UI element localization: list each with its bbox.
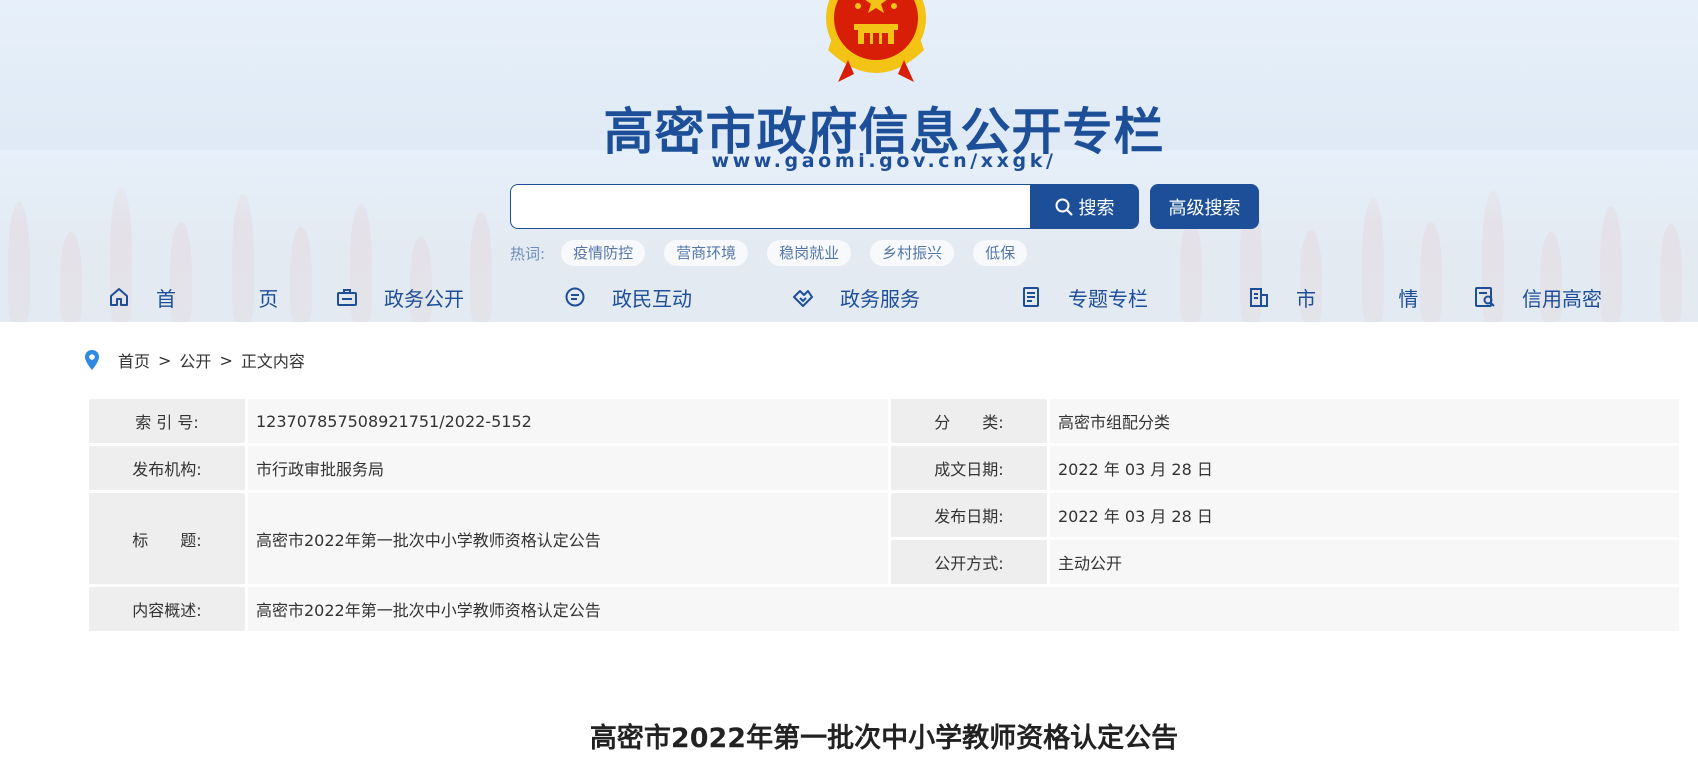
hotword-tag[interactable]: 疫情防控 <box>561 240 646 266</box>
nav-item-interaction[interactable]: 政民互动 <box>564 272 692 322</box>
building-icon <box>1250 288 1268 307</box>
nav-item-home[interactable]: 首 页 <box>108 272 316 322</box>
nav-item-city-info[interactable]: 市 情 <box>1248 272 1456 322</box>
summary-label: 内容概述: <box>89 587 245 631</box>
search-icon <box>1055 198 1072 215</box>
credit-search-icon <box>1475 287 1495 307</box>
publisher-label: 发布机构: <box>89 446 245 490</box>
site-url[interactable]: www.gaomi.gov.cn/xxgk/ <box>0 150 1698 172</box>
breadcrumb-home[interactable]: 首页 <box>118 348 150 372</box>
published-date-label: 发布日期: <box>891 493 1047 537</box>
nav-item-label: 政务公开 <box>384 286 464 311</box>
table-row: 索 引 号: 123707857508921751/2022-5152 分 类:… <box>89 399 1679 443</box>
nav-item-label: 信用高密 <box>1522 286 1602 311</box>
nav-item-credit[interactable]: 信用高密 <box>1474 272 1602 322</box>
nav-item-label: 政务服务 <box>840 286 920 311</box>
hotwords-bar: 热词: 疫情防控 营商环境 稳岗就业 乡村振兴 低保 <box>510 240 1046 266</box>
home-icon <box>110 288 128 306</box>
hotword-tag[interactable]: 乡村振兴 <box>870 240 955 266</box>
hotword-tag[interactable]: 低保 <box>973 240 1028 266</box>
national-emblem-icon <box>826 0 926 82</box>
breadcrumb-current: 正文内容 <box>240 352 305 371</box>
created-date-label: 成文日期: <box>891 446 1047 490</box>
disclosure-value: 主动公开 <box>1050 540 1679 584</box>
disclosure-label: 公开方式: <box>891 540 1047 584</box>
table-row: 标 题: 高密市2022年第一批次中小学教师资格认定公告 发布日期: 2022 … <box>89 493 1679 584</box>
chat-icon <box>565 287 585 307</box>
title-value: 高密市2022年第一批次中小学教师资格认定公告 <box>248 493 888 584</box>
nav-item-label: 政民互动 <box>612 286 692 311</box>
table-row: 发布机构: 市行政审批服务局 成文日期: 2022 年 03 月 28 日 <box>89 446 1679 490</box>
search-button[interactable]: 搜索 <box>1030 184 1139 229</box>
briefcase-icon <box>337 289 357 306</box>
search-input[interactable] <box>510 184 1030 229</box>
breadcrumb: 首页 > 公开 > 正文内容 <box>84 346 305 374</box>
document-info-table: 索 引 号: 123707857508921751/2022-5152 分 类:… <box>86 396 1682 634</box>
nav-item-label: 首 页 <box>156 286 317 311</box>
breadcrumb-separator: > <box>219 350 233 370</box>
category-label: 分 类: <box>891 399 1047 443</box>
index-value: 123707857508921751/2022-5152 <box>248 399 888 443</box>
index-label: 索 引 号: <box>89 399 245 443</box>
title-label: 标 题: <box>89 493 245 584</box>
created-date-value: 2022 年 03 月 28 日 <box>1050 446 1679 490</box>
nav-item-label: 专题专栏 <box>1068 286 1148 311</box>
hotword-tag[interactable]: 营商环境 <box>664 240 749 266</box>
breadcrumb-public[interactable]: 公开 <box>179 348 211 372</box>
nav-item-gov-services[interactable]: 政务服务 <box>792 272 920 322</box>
publisher-value: 市行政审批服务局 <box>248 446 888 490</box>
advanced-search-button[interactable]: 高级搜索 <box>1150 184 1259 229</box>
nav-item-gov-affairs[interactable]: 政务公开 <box>336 272 464 322</box>
article-title: 高密市2022年第一批次中小学教师资格认定公告 <box>589 723 1179 754</box>
hotwords-label: 热词: <box>510 244 546 263</box>
handshake-icon <box>793 290 813 307</box>
nav-item-label: 市 情 <box>1296 286 1457 311</box>
category-value: 高密市组配分类 <box>1050 399 1679 443</box>
header-banner: 高密市政府信息公开专栏 www.gaomi.gov.cn/xxgk/ 搜索 高级… <box>0 0 1698 322</box>
nav-item-special-topics[interactable]: 专题专栏 <box>1020 272 1148 322</box>
document-icon <box>1023 287 1039 307</box>
search-button-label: 搜索 <box>1078 197 1115 219</box>
location-pin-icon <box>85 350 99 370</box>
table-row: 内容概述: 高密市2022年第一批次中小学教师资格认定公告 <box>89 587 1679 631</box>
published-date-value: 2022 年 03 月 28 日 <box>1050 493 1679 537</box>
summary-value: 高密市2022年第一批次中小学教师资格认定公告 <box>248 587 1679 631</box>
main-nav: 首 页 政务公开 政民互动 政务服务 专题专栏 市 情 信用高密 <box>0 272 1698 322</box>
breadcrumb-separator: > <box>158 350 172 370</box>
hotword-tag[interactable]: 稳岗就业 <box>767 240 852 266</box>
